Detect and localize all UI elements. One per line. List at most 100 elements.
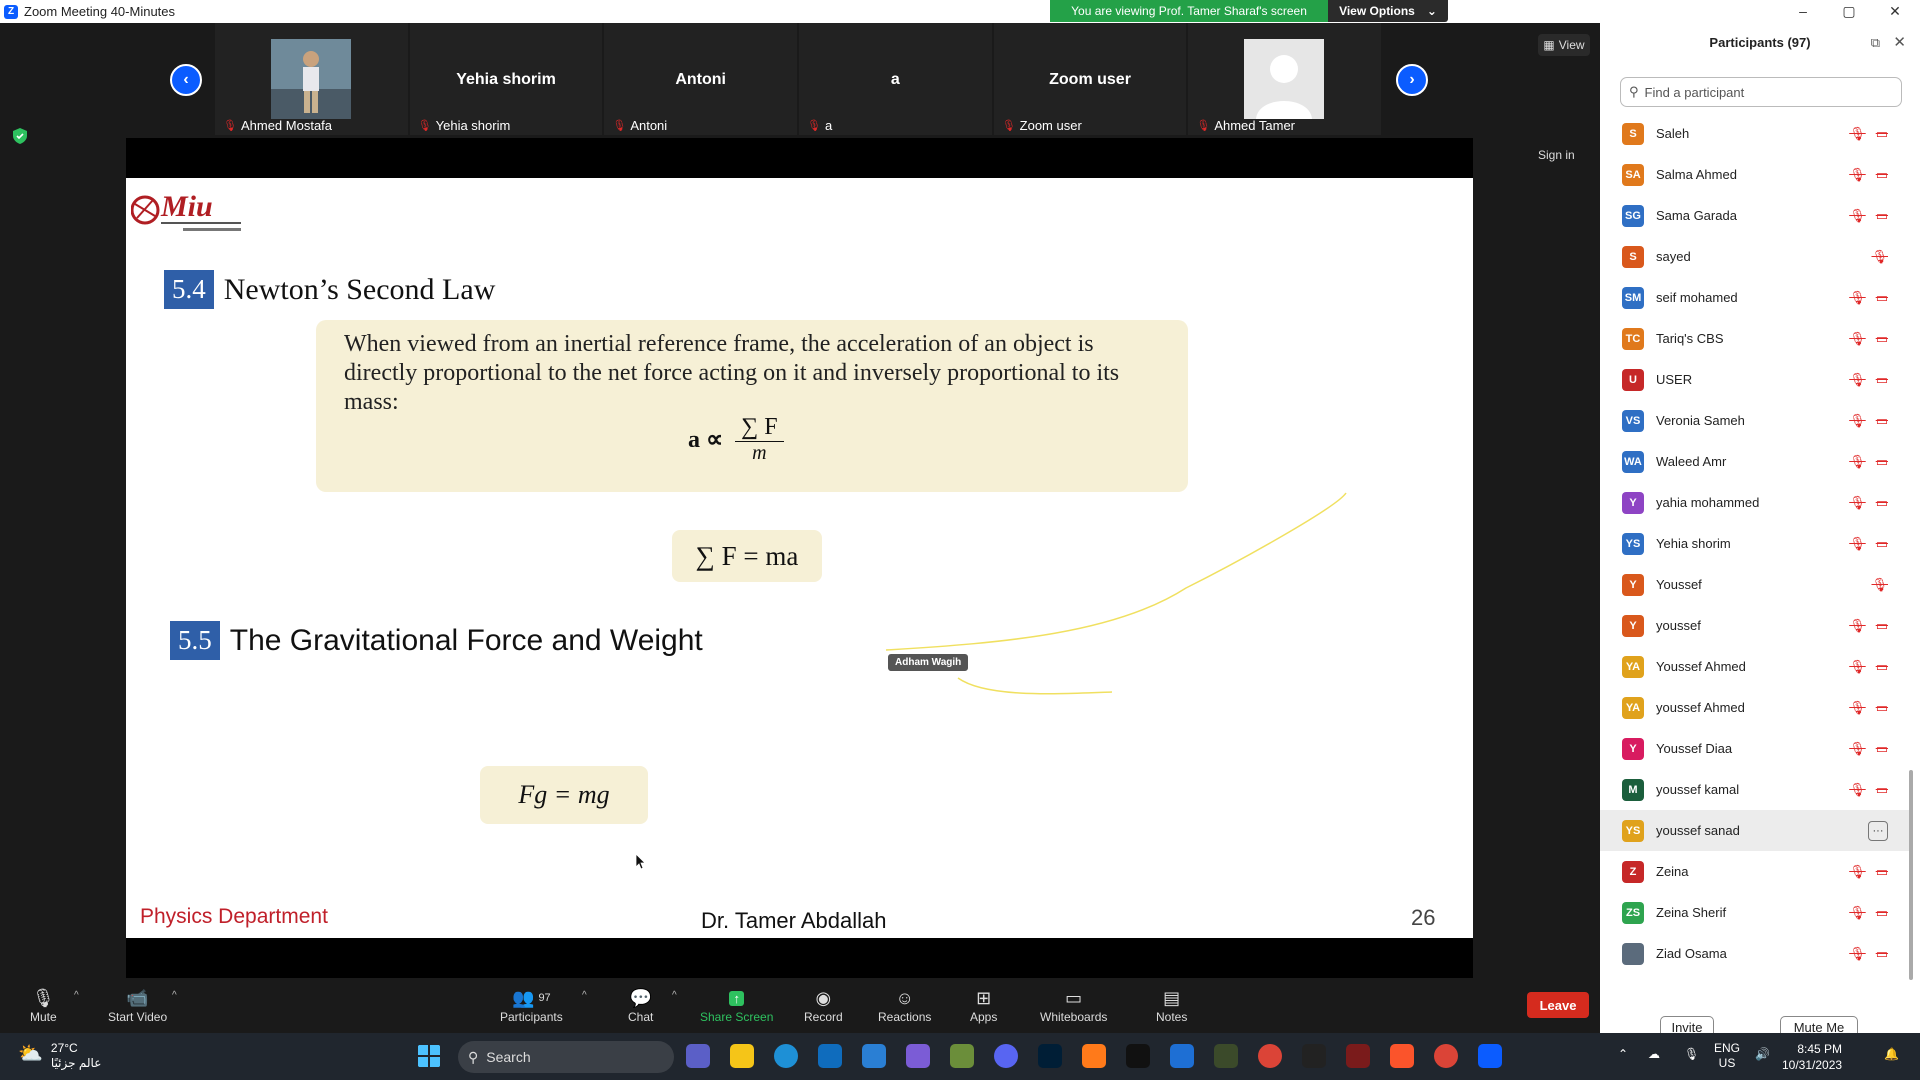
video-tile[interactable]: 🎙 Ahmed Tamer — [1188, 23, 1382, 135]
video-tile[interactable]: Antoni 🎙 Antoni — [604, 23, 798, 135]
mail-icon[interactable] — [818, 1044, 842, 1068]
participant-status-icons: 🎙 ▭ — [1849, 413, 1888, 429]
view-options-button[interactable]: View Options ⌄ — [1328, 0, 1448, 22]
participants-options-caret[interactable]: ^ — [582, 990, 587, 1001]
brave-icon[interactable] — [1390, 1044, 1414, 1068]
windows-start-icon[interactable] — [417, 1044, 441, 1068]
video-tile[interactable]: Zoom user 🎙 Zoom user — [993, 23, 1187, 135]
participant-row[interactable]: ZS Zeina Sherif 🎙 ▭ — [1600, 892, 1910, 933]
mic-muted-icon: 🎙 — [1849, 740, 1866, 756]
participants-panel: Participants (97) ⧉ ✕ ⚲ Find a participa… — [1600, 23, 1920, 1038]
app-icon[interactable] — [1302, 1044, 1326, 1068]
reactions-button[interactable]: ☺ Reactions — [878, 986, 931, 1025]
language-indicator[interactable]: ENG US — [1714, 1041, 1740, 1071]
whiteboards-button[interactable]: ▭ Whiteboards — [1040, 986, 1107, 1025]
video-off-icon: ▭ — [1875, 617, 1888, 633]
chrome-icon[interactable] — [1258, 1044, 1282, 1068]
participant-row[interactable]: WA Waleed Amr 🎙 ▭ — [1600, 441, 1910, 482]
participant-row[interactable]: Ssayed 🎙 — [1600, 236, 1910, 277]
avatar: TC — [1622, 327, 1644, 350]
file-explorer-icon[interactable] — [730, 1044, 754, 1068]
participant-row[interactable]: U USER 🎙 ▭ — [1600, 359, 1910, 400]
app-icon[interactable] — [1170, 1044, 1194, 1068]
participant-row[interactable]: YS Yehia shorim 🎙 ▭ — [1600, 523, 1910, 564]
clock[interactable]: 8:45 PM 10/31/2023 — [1782, 1041, 1842, 1073]
video-tile[interactable]: 🎙 Ahmed Mostafa — [215, 23, 408, 135]
mic-muted-icon: 🎙 — [1849, 289, 1866, 305]
participants-button[interactable]: 👥 97 Participants — [500, 986, 563, 1025]
record-button[interactable]: ◉ Record — [804, 986, 843, 1025]
smiley-icon: ☺ — [895, 987, 914, 1008]
taskbar-search[interactable]: ⚲ Search — [458, 1041, 674, 1073]
participant-row[interactable]: Y Youssef 🎙 — [1600, 564, 1910, 605]
whiteboard-icon: ▭ — [1065, 987, 1083, 1008]
weather-text: عالم جزئيًا — [50, 1056, 102, 1070]
leave-button[interactable]: Leave — [1527, 992, 1589, 1018]
cat-app-icon[interactable] — [1126, 1044, 1150, 1068]
participant-row[interactable]: S Saleh 🎙 ▭ — [1600, 113, 1910, 154]
minimize-button[interactable]: – — [1780, 0, 1826, 22]
photoshop-icon[interactable] — [1038, 1044, 1062, 1068]
game-icon[interactable] — [1346, 1044, 1370, 1068]
mic-muted-icon: 🎙 — [1849, 125, 1866, 141]
view-layout-button[interactable]: ▦ View — [1538, 34, 1590, 56]
zoom-icon[interactable] — [1478, 1044, 1502, 1068]
notes-button[interactable]: ▤ Notes — [1156, 986, 1187, 1025]
network-volume-icon[interactable]: 🔊 — [1755, 1047, 1770, 1061]
close-window-button[interactable]: ✕ — [1872, 0, 1918, 22]
mute-button[interactable]: 🎙 Mute — [30, 986, 57, 1025]
sign-in-link[interactable]: Sign in — [1538, 148, 1575, 162]
participant-row[interactable]: SG Sama Garada 🎙 ▭ — [1600, 195, 1910, 236]
start-video-button[interactable]: 📹 Start Video — [108, 986, 167, 1025]
onedrive-icon[interactable]: ☁ — [1648, 1047, 1660, 1061]
popout-icon[interactable]: ⧉ — [1871, 35, 1880, 51]
participant-row[interactable]: YA youssef Ahmed 🎙 ▭ — [1600, 687, 1910, 728]
more-options-button[interactable]: ··· — [1868, 820, 1888, 841]
audio-options-caret[interactable]: ^ — [74, 990, 79, 1001]
tray-overflow-icon[interactable]: ⌃ — [1618, 1047, 1628, 1061]
share-screen-button[interactable]: ↑ Share Screen — [700, 986, 773, 1024]
game-icon[interactable] — [1214, 1044, 1238, 1068]
video-options-caret[interactable]: ^ — [172, 990, 177, 1001]
participant-row[interactable]: Y Youssef Diaa 🎙 ▭ — [1600, 728, 1910, 769]
participant-name: yahia mohammed — [1656, 495, 1760, 510]
participant-row[interactable]: Myoussef kamal 🎙 ▭ — [1600, 769, 1910, 810]
edge-icon[interactable] — [774, 1044, 798, 1068]
chat-options-caret[interactable]: ^ — [672, 990, 677, 1001]
maximize-button[interactable]: ▢ — [1826, 0, 1872, 22]
avatar: Y — [1622, 614, 1644, 637]
gallery-prev-button[interactable]: ‹ — [170, 64, 202, 96]
video-off-icon: ▭ — [1875, 740, 1888, 756]
participant-row[interactable]: Ziad Osama 🎙 ▭ — [1600, 933, 1910, 974]
participant-name: Youssef — [1656, 577, 1702, 592]
video-tile[interactable]: Yehia shorim 🎙 Yehia shorim — [409, 23, 603, 135]
avatar: WA — [1622, 450, 1644, 473]
participant-row[interactable]: Yyahia mohammed 🎙 ▭ — [1600, 482, 1910, 523]
teams-icon[interactable] — [686, 1044, 710, 1068]
participant-row[interactable]: YA Youssef Ahmed 🎙 ▭ — [1600, 646, 1910, 687]
app-icon[interactable] — [1082, 1044, 1106, 1068]
chrome-icon[interactable] — [1434, 1044, 1458, 1068]
participant-list-scrollbar[interactable] — [1909, 770, 1913, 980]
video-tile[interactable]: a 🎙 a — [799, 23, 992, 135]
participant-row[interactable]: SM seif mohamed 🎙 ▭ — [1600, 277, 1910, 318]
minecraft-icon[interactable] — [950, 1044, 974, 1068]
notification-bell-icon[interactable]: 🔔 — [1884, 1047, 1899, 1061]
discord-icon[interactable] — [994, 1044, 1018, 1068]
chat-button[interactable]: 💬 Chat — [628, 986, 653, 1025]
participant-row[interactable]: Z Zeina 🎙 ▭ — [1600, 851, 1910, 892]
close-icon[interactable]: ✕ — [1893, 33, 1906, 51]
microphone-icon[interactable]: 🎙 — [1684, 1047, 1699, 1061]
participant-row[interactable]: Yyoussef 🎙 ▭ — [1600, 605, 1910, 646]
participant-row[interactable]: SA Salma Ahmed 🎙 ▭ — [1600, 154, 1910, 195]
participant-status-icons: 🎙 ▭ — [1849, 864, 1888, 880]
weather-widget[interactable]: ⛅ 27°C عالم جزئيًا — [18, 1041, 101, 1071]
participant-search-input[interactable]: ⚲ Find a participant — [1620, 77, 1902, 107]
participant-row[interactable]: TC Tariq's CBS 🎙 ▭ — [1600, 318, 1910, 359]
media-player-icon[interactable] — [906, 1044, 930, 1068]
gallery-next-button[interactable]: › — [1396, 64, 1428, 96]
apps-button[interactable]: ⊞ Apps — [970, 986, 997, 1025]
participant-row[interactable]: VS Veronia Sameh 🎙 ▭ — [1600, 400, 1910, 441]
participant-row[interactable]: YS youssef sanad ··· — [1600, 810, 1910, 851]
store-icon[interactable] — [862, 1044, 886, 1068]
